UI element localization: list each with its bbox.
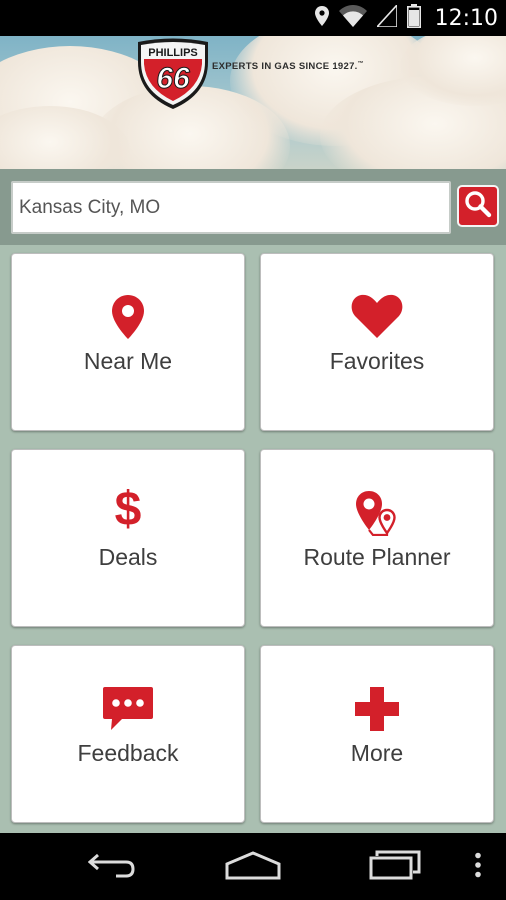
home-icon [225,850,281,885]
map-pin-icon [111,294,145,345]
logo-brand-text: PHILLIPS [148,47,198,59]
recent-apps-button[interactable] [368,847,422,887]
search-button[interactable] [457,185,499,227]
overflow-menu-button[interactable] [468,847,488,887]
signal-icon [374,2,398,32]
status-icons: 12:10 [314,0,498,36]
tile-label: Favorites [329,348,425,374]
route-pins-icon [355,490,399,541]
phillips-66-logo: PHILLIPS 66 [133,38,213,110]
recent-apps-icon [369,850,421,885]
logo-brand-number: 66 [156,62,190,95]
chat-bubble-icon [102,686,154,737]
wifi-icon [338,4,367,32]
tagline: EXPERTS IN GAS SINCE 1927.™ [212,61,364,73]
search-icon [463,189,493,224]
tile-label: More [350,740,404,766]
tile-route-planner[interactable]: Route Planner [260,449,494,627]
tile-feedback[interactable]: Feedback [11,645,245,823]
heart-icon [351,294,403,343]
dollar-icon: $ [114,483,142,536]
location-icon [314,5,329,31]
tile-label: Route Planner [303,544,451,570]
search-bar [0,169,506,245]
back-icon [87,851,136,884]
tile-label: Near Me [83,348,173,374]
back-button[interactable] [86,847,138,887]
navigation-bar [0,833,506,900]
tile-more[interactable]: More [260,645,494,823]
battery-icon [406,3,421,33]
tile-deals[interactable]: $ Deals [11,449,245,627]
tile-near-me[interactable]: Near Me [11,253,245,431]
home-button[interactable] [224,847,282,887]
tile-favorites[interactable]: Favorites [260,253,494,431]
tile-label: Feedback [77,740,179,766]
search-input[interactable] [11,181,451,234]
header-banner: PHILLIPS 66 EXPERTS IN GAS SINCE 1927.™ [0,36,506,169]
status-time: 12:10 [434,5,498,31]
menu-grid: Near Me Favorites $ Deals Route Planner … [0,245,506,833]
tile-label: Deals [98,544,158,570]
status-bar: 12:10 [0,0,506,36]
overflow-menu-icon [474,852,482,883]
plus-icon [354,686,400,737]
